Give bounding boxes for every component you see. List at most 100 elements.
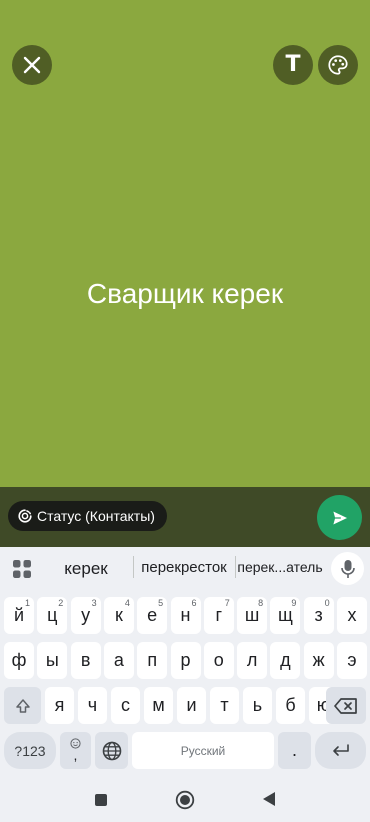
suggestion-2[interactable]: перекресток — [135, 559, 233, 576]
key-у[interactable]: у3 — [70, 597, 101, 634]
key-ы[interactable]: ы — [37, 642, 68, 679]
back-icon[interactable] — [262, 791, 276, 812]
palette-icon — [328, 55, 348, 75]
key-х[interactable]: х — [337, 597, 367, 634]
key-ь[interactable]: ь — [243, 687, 272, 724]
key-label: о — [213, 650, 224, 670]
key-label: ы — [45, 650, 59, 670]
key-э[interactable]: э — [337, 642, 367, 679]
key-г[interactable]: г7 — [203, 597, 234, 634]
key-и[interactable]: и — [177, 687, 206, 724]
key-hint: 1 — [24, 598, 30, 608]
key-т[interactable]: т — [210, 687, 239, 724]
key-label: ц — [47, 605, 58, 625]
key-hint: 9 — [291, 598, 297, 608]
key-label: у — [81, 605, 91, 625]
key-л[interactable]: л — [237, 642, 268, 679]
key-в[interactable]: в — [70, 642, 101, 679]
home-icon[interactable] — [175, 790, 195, 815]
key-з[interactable]: з0 — [303, 597, 334, 634]
key-label: р — [180, 650, 191, 670]
send-icon — [331, 509, 349, 526]
key-м[interactable]: м — [144, 687, 173, 724]
key-ж[interactable]: ж — [303, 642, 334, 679]
close-icon — [23, 56, 41, 74]
key-label: б — [285, 695, 296, 715]
key-ф[interactable]: ф — [4, 642, 34, 679]
key-label: а — [113, 650, 124, 670]
key-щ[interactable]: щ9 — [270, 597, 301, 634]
key-hint: 2 — [58, 598, 64, 608]
key-label: щ — [277, 605, 293, 625]
symbols-key[interactable]: ?123 — [4, 732, 56, 769]
color-palette-button[interactable] — [318, 45, 358, 85]
key-label: й — [13, 605, 25, 625]
key-hint: 5 — [158, 598, 164, 608]
key-label: п — [147, 650, 158, 670]
audience-selector[interactable]: Статус (Контакты) — [8, 501, 167, 531]
key-hint: 7 — [224, 598, 230, 608]
key-label: с — [121, 695, 130, 715]
text-tool-button[interactable]: T — [273, 45, 313, 85]
key-label: н — [180, 605, 191, 625]
key-label: г — [215, 605, 223, 625]
key-label: ш — [244, 605, 260, 625]
suggestion-1[interactable]: керек — [40, 559, 132, 579]
globe-icon — [102, 741, 121, 760]
key-hint: 6 — [191, 598, 197, 608]
key-й[interactable]: й1 — [4, 597, 34, 634]
language-key[interactable] — [95, 732, 128, 769]
key-б[interactable]: б — [276, 687, 305, 724]
key-я[interactable]: я — [45, 687, 74, 724]
suggestion-divider — [133, 556, 134, 578]
emoji-comma-key[interactable]: , — [60, 732, 91, 769]
key-label: ж — [312, 650, 325, 670]
enter-icon — [332, 743, 349, 756]
key-а[interactable]: а — [103, 642, 134, 679]
key-hint: 4 — [124, 598, 130, 608]
suggestion-3[interactable]: перек...атель — [236, 559, 324, 575]
period-key[interactable]: . — [278, 732, 311, 769]
audience-label: Статус (Контакты) — [37, 508, 155, 524]
key-р[interactable]: р — [170, 642, 201, 679]
text-format-icon: T — [285, 52, 301, 77]
key-д[interactable]: д — [270, 642, 301, 679]
key-к[interactable]: к4 — [103, 597, 134, 634]
shift-key[interactable] — [4, 687, 41, 724]
backspace-key[interactable] — [326, 687, 366, 724]
shift-icon — [15, 698, 30, 713]
key-label: м — [152, 695, 165, 715]
keyboard-apps-icon[interactable] — [12, 559, 32, 584]
key-н[interactable]: н6 — [170, 597, 201, 634]
key-е[interactable]: е5 — [137, 597, 168, 634]
status-bottom-bar: Статус (Контакты) — [0, 487, 370, 547]
key-label: в — [80, 650, 91, 670]
key-hint: 8 — [258, 598, 264, 608]
suggestion-strip: керек перекресток перек...атель — [0, 547, 370, 589]
key-label: ь — [252, 695, 263, 715]
status-ring-icon — [18, 509, 32, 523]
key-ч[interactable]: ч — [78, 687, 107, 724]
space-key[interactable]: Русский — [132, 732, 274, 769]
close-button[interactable] — [12, 45, 52, 85]
key-ц[interactable]: ц2 — [37, 597, 68, 634]
key-с[interactable]: с — [111, 687, 140, 724]
key-п[interactable]: п — [137, 642, 168, 679]
comma-label: , — [73, 747, 78, 763]
key-label: з — [314, 605, 323, 625]
status-text[interactable]: Сварщик керек — [0, 278, 370, 310]
voice-input-button[interactable] — [331, 552, 364, 585]
key-label: л — [246, 650, 258, 670]
status-canvas[interactable]: T Сварщик керек — [0, 0, 370, 487]
keyboard: керек перекресток перек...атель й1ц2у3к4… — [0, 547, 370, 777]
enter-key[interactable] — [315, 732, 366, 769]
key-о[interactable]: о — [203, 642, 234, 679]
recent-apps-icon[interactable] — [94, 793, 108, 812]
key-ш[interactable]: ш8 — [237, 597, 268, 634]
key-label: е — [147, 605, 158, 625]
key-label: х — [347, 605, 357, 625]
send-button[interactable] — [317, 495, 362, 540]
key-label: т — [220, 695, 229, 715]
mic-icon — [340, 559, 355, 578]
key-label: э — [347, 650, 357, 670]
